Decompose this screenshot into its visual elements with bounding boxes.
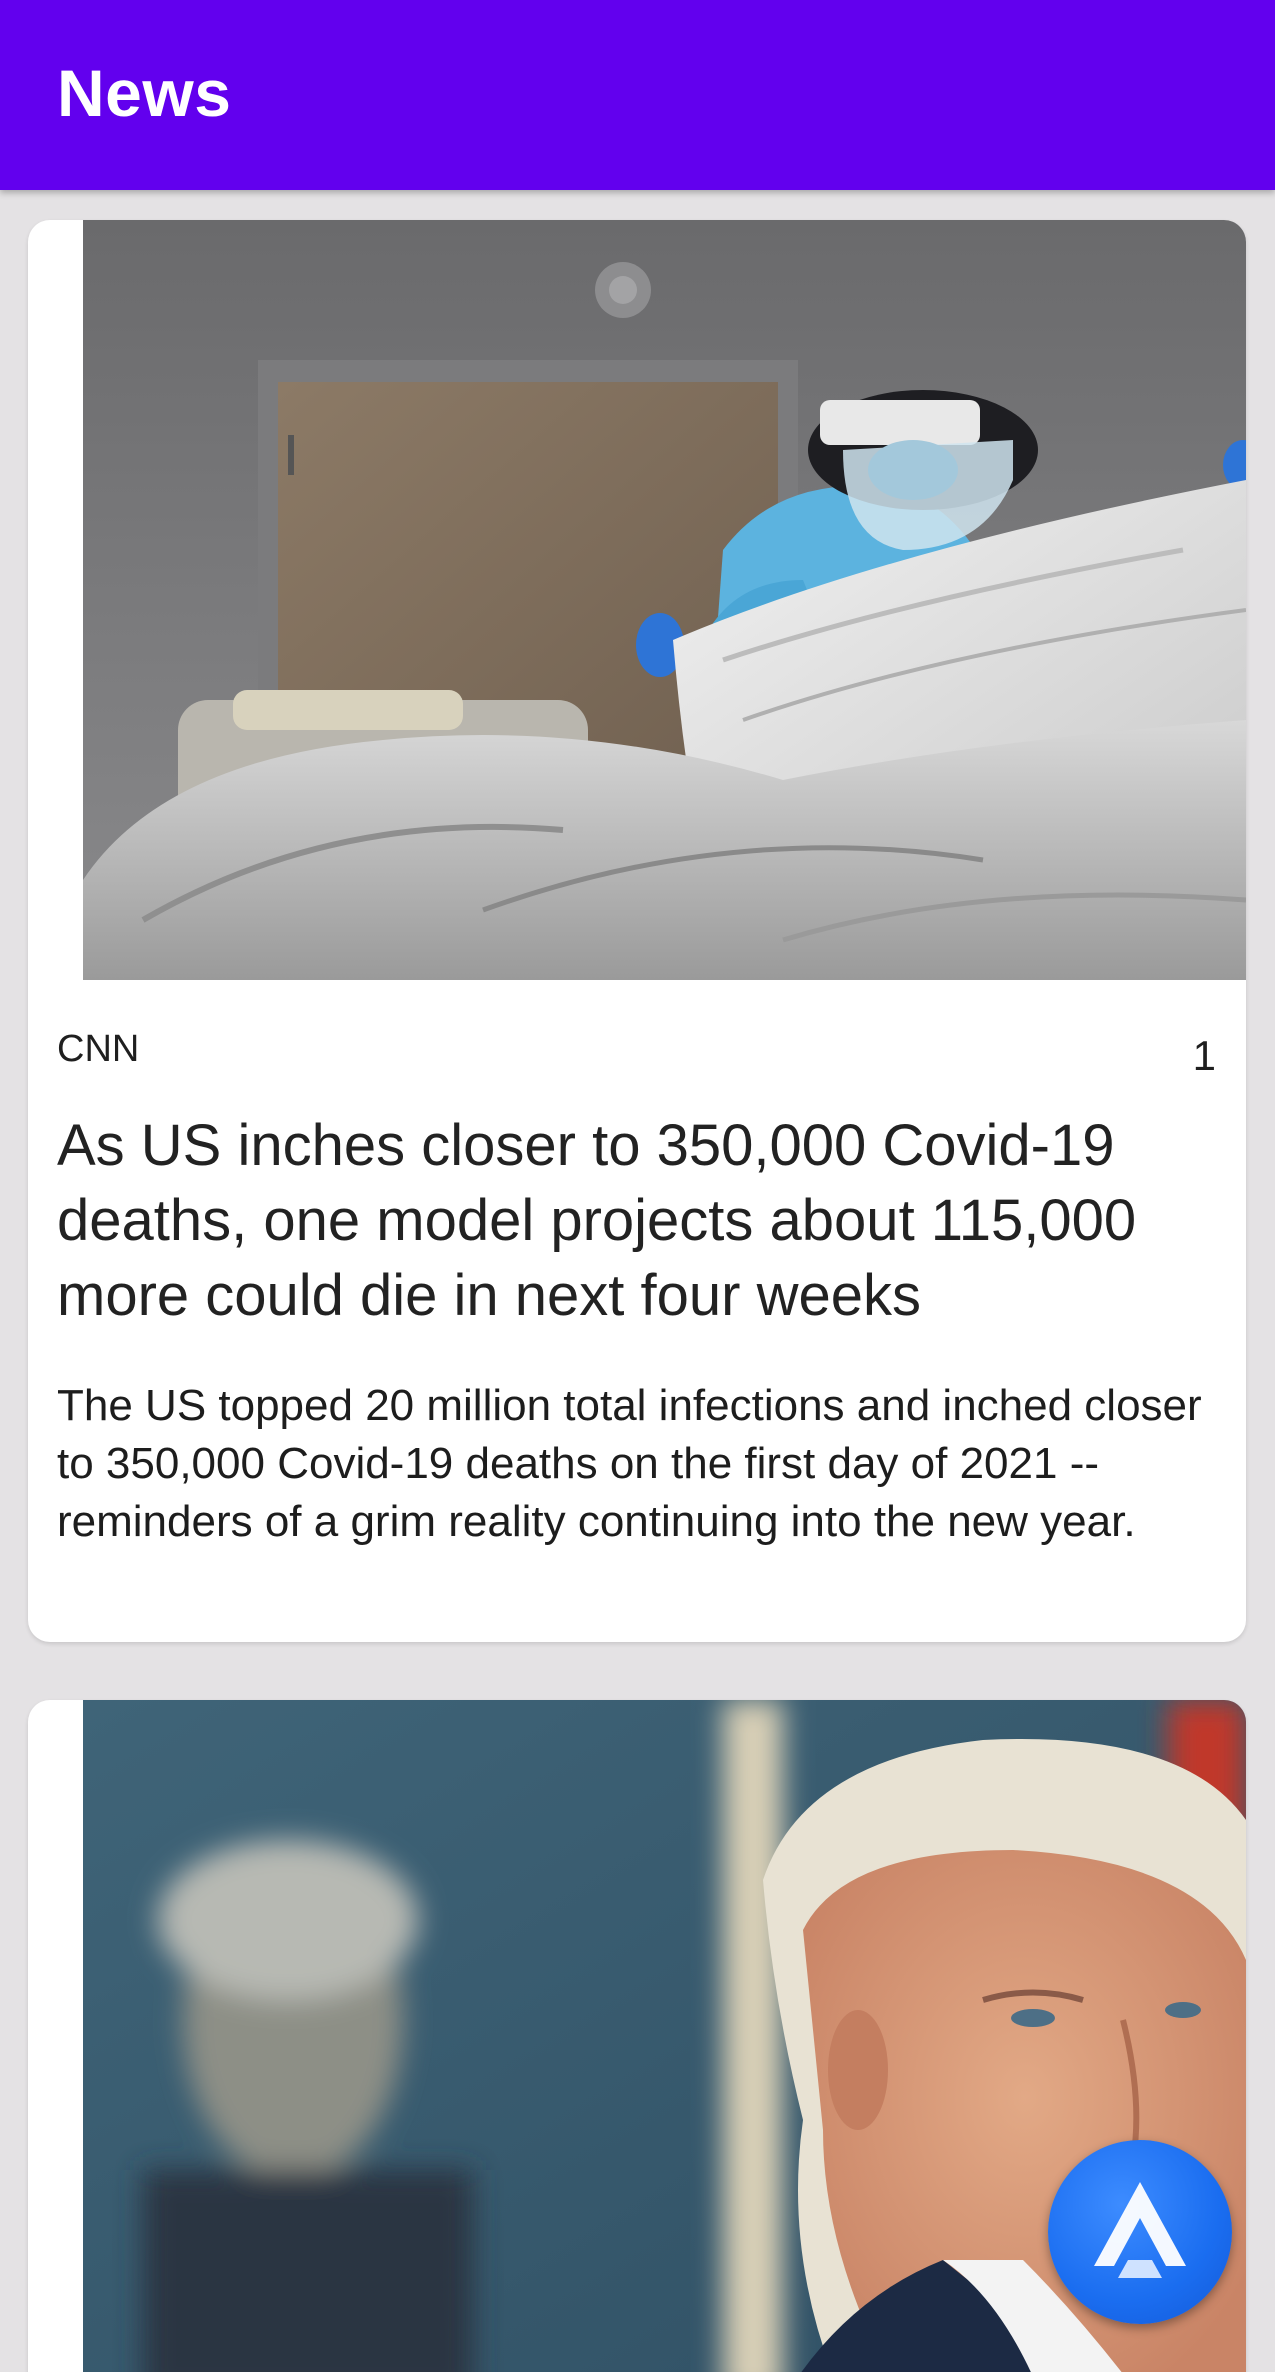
article-summary: The US topped 20 million total infection… <box>57 1381 1202 1546</box>
app-bar: News <box>0 0 1275 190</box>
assistant-fab-button[interactable] <box>1048 2140 1232 2324</box>
news-card[interactable]: CNN 1 As US inches closer to 350,000 Cov… <box>28 220 1246 1642</box>
article-headline[interactable]: As US inches closer to 350,000 Covid-19 … <box>57 1108 1237 1333</box>
article-image <box>83 220 1246 980</box>
article-source: CNN <box>57 1028 140 1070</box>
news-feed[interactable]: CNN 1 As US inches closer to 350,000 Cov… <box>0 190 1275 2372</box>
page-title: News <box>57 56 232 130</box>
article-index: 1 <box>1192 1032 1216 1079</box>
assistant-triangle-icon <box>1094 2182 1186 2278</box>
